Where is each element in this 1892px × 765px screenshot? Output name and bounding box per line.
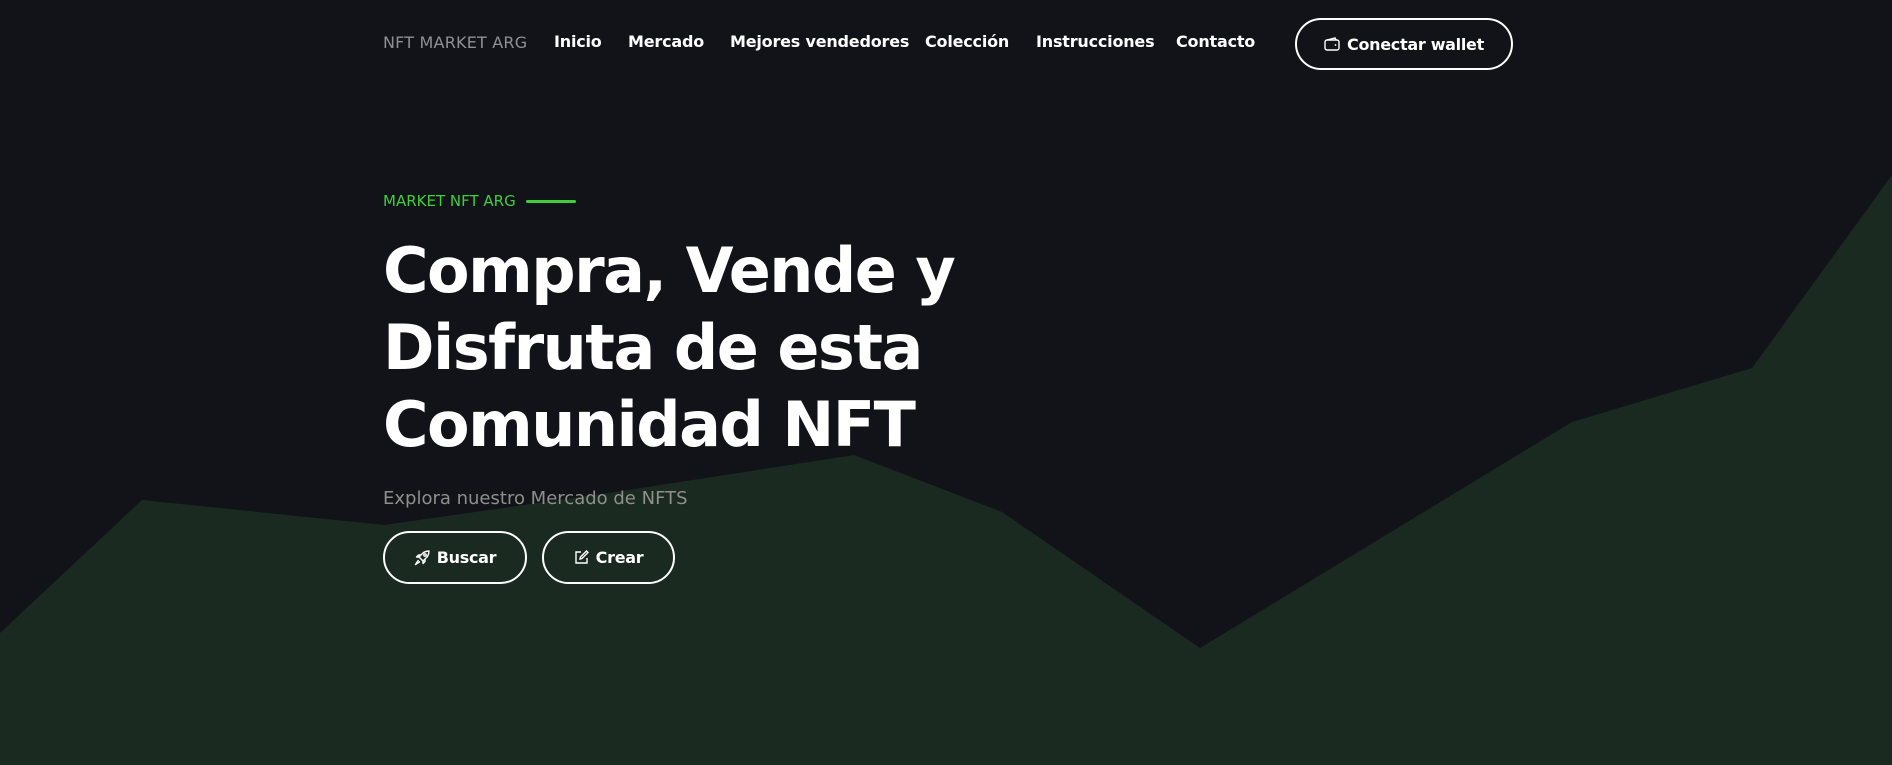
nav-link-coleccion[interactable]: Colección (925, 32, 1009, 51)
nav-link-inicio[interactable]: Inicio (554, 32, 602, 51)
search-button-label: Buscar (436, 548, 497, 567)
nav-link-contacto[interactable]: Contacto (1176, 32, 1255, 51)
nav-link-instrucciones[interactable]: Instrucciones (1036, 32, 1155, 51)
search-button[interactable]: Buscar (383, 531, 527, 584)
hero-title-line: Disfruta de esta (383, 311, 923, 384)
hero-title-line: Compra, Vende y (383, 234, 956, 307)
nav-link-mercado[interactable]: Mercado (628, 32, 704, 51)
hero-section: MARKET NFT ARG Compra, Vende y Disfruta … (383, 188, 1083, 584)
brand-logo-text[interactable]: NFT MARKET ARG (383, 33, 527, 52)
hero-actions: Buscar Crear (383, 531, 1083, 584)
nav-link-mejores-vendedores[interactable]: Mejores vendedores (730, 32, 909, 51)
connect-wallet-button[interactable]: Conectar wallet (1295, 18, 1513, 70)
rocket-icon (414, 549, 430, 566)
edit-icon (574, 550, 589, 565)
connect-wallet-label: Conectar wallet (1347, 34, 1484, 54)
wallet-icon (1324, 37, 1340, 51)
hero-title: Compra, Vende y Disfruta de esta Comunid… (383, 232, 1083, 463)
eyebrow-divider-line (525, 199, 576, 203)
page: NFT MARKET ARG Inicio Mercado Mejores ve… (0, 0, 1892, 765)
create-button[interactable]: Crear (542, 531, 675, 584)
eyebrow-label: MARKET NFT ARG (383, 192, 516, 210)
hero-title-line: Comunidad NFT (383, 388, 916, 461)
top-navigation: NFT MARKET ARG Inicio Mercado Mejores ve… (0, 0, 1892, 86)
hero-subtitle: Explora nuestro Mercado de NFTS (383, 488, 688, 509)
create-button-label: Crear (595, 548, 644, 567)
hero-eyebrow: MARKET NFT ARG (383, 188, 1083, 214)
